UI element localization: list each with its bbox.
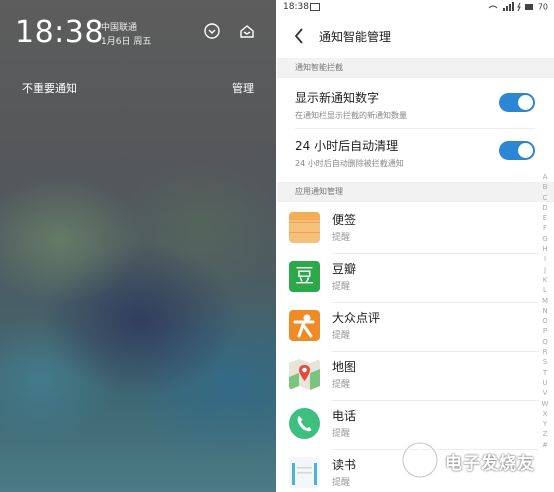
title-bar: 通知智能管理 bbox=[277, 20, 554, 52]
app-status: 提醒 bbox=[332, 478, 351, 488]
unimportant-notifications-label: 不重要通知 bbox=[22, 82, 77, 95]
index-letter[interactable]: M bbox=[539, 296, 551, 306]
section-label: 应用通知管理 bbox=[295, 187, 343, 196]
section-label: 通知智能拦截 bbox=[295, 63, 343, 72]
app-status: 提醒 bbox=[332, 380, 351, 390]
index-letter[interactable]: H bbox=[539, 244, 551, 254]
index-letter[interactable]: S bbox=[539, 357, 551, 367]
index-letter[interactable]: K bbox=[539, 275, 551, 285]
status-bar: 18:38 70 bbox=[277, 0, 554, 16]
page-title: 通知智能管理 bbox=[319, 30, 392, 44]
index-letter[interactable]: # bbox=[539, 440, 551, 450]
index-letter[interactable]: O bbox=[539, 316, 551, 326]
index-letter[interactable]: W bbox=[539, 399, 551, 409]
back-arrow-icon[interactable] bbox=[293, 26, 305, 46]
app-row-notes[interactable]: 便签 提醒 bbox=[277, 205, 539, 254]
divider bbox=[295, 128, 535, 129]
app-status: 提醒 bbox=[332, 282, 351, 292]
app-name: 便签 bbox=[332, 213, 357, 227]
battery-level: 70 bbox=[537, 2, 548, 12]
books-icon bbox=[289, 457, 320, 488]
index-letter[interactable]: U bbox=[539, 378, 551, 388]
index-letter[interactable]: X bbox=[539, 409, 551, 419]
settings-page: 18:38 70 通知智能管理 通知智能拦截 显示新通知数字 在通知栏显示拦截的… bbox=[277, 0, 554, 492]
phone-icon bbox=[289, 408, 320, 439]
index-letter[interactable]: T bbox=[539, 368, 551, 378]
dianping-icon bbox=[289, 310, 320, 341]
app-status: 提醒 bbox=[332, 233, 351, 243]
index-letter[interactable]: R bbox=[539, 347, 551, 357]
status-time: 18:38 bbox=[283, 2, 309, 12]
app-status: 提醒 bbox=[332, 429, 351, 439]
watermark-text: 电子发烧友 bbox=[445, 454, 535, 474]
setting-subtitle: 24 小时后自动删除被拦截通知 bbox=[295, 159, 404, 168]
index-letter[interactable]: C bbox=[539, 193, 551, 203]
index-letter[interactable]: P bbox=[539, 326, 551, 336]
shade-clock: 18:38 bbox=[15, 15, 104, 50]
app-row-map[interactable]: 地图 提醒 bbox=[277, 352, 539, 401]
index-letter[interactable]: F bbox=[539, 223, 551, 233]
mail-icon bbox=[310, 3, 320, 11]
carrier-name: 中国联通 bbox=[101, 23, 138, 33]
index-letter[interactable]: V bbox=[539, 388, 551, 398]
app-row-douban[interactable]: 豆 豆瓣 提醒 bbox=[277, 254, 539, 303]
app-name: 读书 bbox=[332, 458, 357, 472]
setting-title: 显示新通知数字 bbox=[295, 91, 380, 105]
signal-wifi-icon bbox=[488, 2, 534, 12]
douban-icon: 豆 bbox=[289, 261, 320, 292]
shade-date: 1月6日 周五 bbox=[101, 37, 152, 47]
notification-shade: 18:38 中国联通 1月6日 周五 不重要通知 管理 bbox=[0, 0, 276, 492]
index-letter[interactable]: D bbox=[539, 203, 551, 213]
clear-notifications-icon[interactable] bbox=[238, 22, 256, 40]
notes-icon bbox=[289, 212, 320, 243]
watermark-logo bbox=[401, 441, 439, 479]
manage-button[interactable]: 管理 bbox=[232, 80, 254, 96]
index-letter[interactable]: J bbox=[539, 265, 551, 275]
auto-clean-toggle[interactable] bbox=[499, 141, 535, 160]
app-name: 地图 bbox=[332, 360, 357, 374]
index-letter[interactable]: B bbox=[539, 182, 551, 192]
app-row-dianping[interactable]: 大众点评 提醒 bbox=[277, 303, 539, 352]
show-count-toggle[interactable] bbox=[499, 93, 535, 112]
index-letter[interactable]: I bbox=[539, 254, 551, 264]
status-indicators: 70 bbox=[487, 2, 548, 12]
app-name: 电话 bbox=[332, 409, 357, 423]
index-letter[interactable]: N bbox=[539, 306, 551, 316]
index-letter[interactable]: Z bbox=[539, 429, 551, 439]
setting-subtitle: 在通知栏显示拦截的新通知数量 bbox=[295, 111, 407, 120]
map-icon bbox=[289, 359, 320, 390]
index-letter[interactable]: E bbox=[539, 213, 551, 223]
setting-title: 24 小时后自动清理 bbox=[295, 139, 399, 153]
index-letter[interactable]: G bbox=[539, 234, 551, 244]
index-letter[interactable]: A bbox=[539, 172, 551, 182]
app-status: 提醒 bbox=[332, 331, 351, 341]
index-letter[interactable]: Y bbox=[539, 419, 551, 429]
chevron-down-circle-icon[interactable] bbox=[203, 22, 221, 40]
index-letter[interactable]: Q bbox=[539, 337, 551, 347]
section-header-apps: 应用通知管理 bbox=[277, 182, 554, 202]
section-header-interception: 通知智能拦截 bbox=[277, 58, 554, 78]
app-name: 豆瓣 bbox=[332, 262, 357, 276]
index-letter[interactable]: L bbox=[539, 285, 551, 295]
app-name: 大众点评 bbox=[332, 311, 381, 325]
alphabet-index[interactable]: A B C D E F G H I J K L M N O P Q R S T U V W X Y Z # bbox=[539, 172, 551, 450]
